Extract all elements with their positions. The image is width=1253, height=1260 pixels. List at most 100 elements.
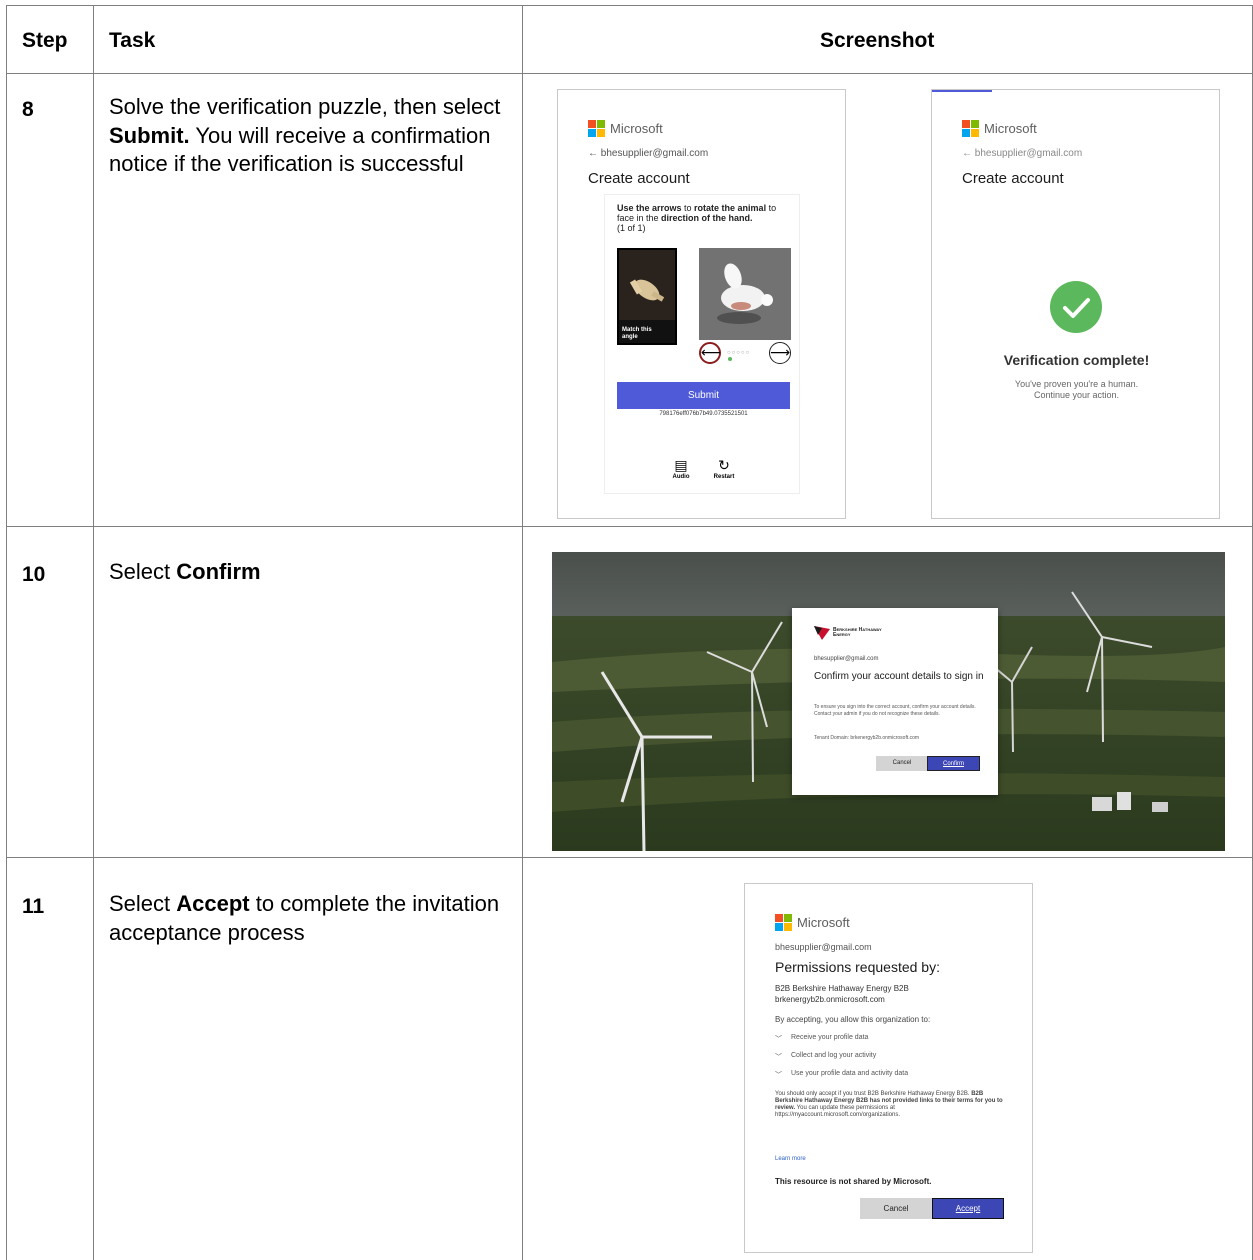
column-divider [522,5,523,1260]
accept-button[interactable]: Accept [932,1198,1004,1219]
microsoft-logo-text: Microsoft [610,121,663,136]
task-text: Solve the verification puzzle, then sele… [109,93,504,179]
rotating-animal-image [699,248,791,340]
chevron-down-icon: ﹀ [775,1054,782,1061]
instruction-text: to [681,203,695,213]
cancel-button[interactable]: Cancel [876,756,928,771]
microsoft-logo-text: Microsoft [797,915,850,930]
bhe-logo-text: Berkshire Hathaway Energy [833,628,882,638]
microsoft-logo-icon [775,914,792,931]
instruction-bold: direction of the hand. [661,213,753,223]
restart-label: Restart [713,474,735,480]
audio-label: Audio [672,474,690,480]
page-title: Create account [588,170,690,187]
back-email-link[interactable]: ← bhesupplier@gmail.com [588,148,708,159]
screenshot-verification-complete: Microsoft ← bhesupplier@gmail.com Create… [931,89,1220,519]
task-text-part: Solve the verification puzzle, then sele… [109,94,501,119]
row-divider [6,857,1253,858]
puzzle-frame: Use the arrows to rotate the animal to f… [604,194,800,494]
permission-label: Collect and log your activity [791,1052,877,1059]
verification-message-1: You've proven you're a human. [1014,379,1139,389]
microsoft-logo-icon [962,120,979,137]
account-email: bhesupplier@gmail.com [814,656,879,662]
microsoft-logo-text: Microsoft [984,121,1037,136]
rotate-left-button[interactable]: ⟵ [699,342,721,364]
instruction-bold: Use the arrows [617,203,682,213]
column-divider [93,5,94,1260]
screenshot-verification-puzzle: Microsoft ← bhesupplier@gmail.com Create… [557,89,846,519]
task-text-bold: Accept [176,891,250,916]
permission-label: Use your profile data and activity data [791,1070,909,1077]
audio-button[interactable]: ▤ Audio [669,457,693,480]
confirm-body: To ensure you sign into the correct acco… [814,704,976,717]
bhe-logo-text-line: Energy [833,632,851,638]
task-text-part: Select [109,559,177,584]
confirm-dialog: Berkshire Hathaway Energy bhesupplier@gma… [792,608,998,795]
table-border-left [6,5,7,1260]
check-icon [1050,281,1102,333]
chevron-down-icon: ﹀ [775,1072,782,1079]
hand-icon [619,250,675,320]
screenshot-permissions: Microsoft bhesupplier@gmail.com Permissi… [744,883,1033,1253]
instruction-bold: rotate the animal [694,203,767,213]
reference-hand-image: Match this angle [617,248,677,345]
permission-label: Receive your profile data [791,1034,869,1041]
task-text: Select Accept to complete the invitation… [109,890,504,947]
task-text-bold: Confirm [176,559,261,584]
cancel-button[interactable]: Cancel [860,1198,932,1219]
confirm-title: Confirm your account details to sign in [814,671,984,682]
match-angle-label: Match this angle [622,327,652,340]
permission-item[interactable]: ﹀ Collect and log your activity [775,1052,876,1062]
instruction-count: (1 of 1) [617,223,646,233]
permissions-intro: By accepting, you allow this organizatio… [775,1015,931,1024]
header-divider [6,73,1253,74]
page-title: Create account [962,170,1064,187]
puzzle-instructions: Use the arrows to rotate the animal to f… [617,203,795,233]
table-border-top [6,5,1253,6]
org-name: B2B Berkshire Hathaway Energy B2B [775,984,909,993]
speaker-icon: ▤ [674,457,688,473]
microsoft-logo: Microsoft [775,914,850,931]
session-code: 798176eff076b7b49.0735521501 [659,411,748,417]
confirm-button[interactable]: Confirm [927,756,980,771]
chevron-down-icon: ﹀ [775,1036,782,1043]
step-number: 8 [22,98,34,121]
progress-strip [932,90,992,92]
animal-icon [699,248,791,340]
verification-complete-heading: Verification complete! [1003,352,1150,368]
task-text: Select Confirm [109,558,504,587]
header-step: Step [22,29,68,52]
bhe-logo-icon [814,626,830,640]
step-number: 10 [22,563,46,586]
permission-item[interactable]: ﹀ Receive your profile data [775,1034,868,1044]
submit-button[interactable]: Submit [617,382,790,409]
task-text-part: Select [109,891,177,916]
step-number: 11 [22,895,45,918]
microsoft-logo: Microsoft [588,120,663,137]
bhe-logo: Berkshire Hathaway Energy [814,626,882,640]
trust-notice-text: You should only accept if you trust B2B … [775,1091,972,1097]
restart-button[interactable]: ↻ Restart [709,457,739,480]
progress-current-dot [728,357,732,361]
learn-more-link[interactable]: Learn more [775,1156,806,1162]
row-divider [6,526,1253,527]
org-domain: brkenergyb2b.onmicrosoft.com [775,995,885,1004]
task-text-bold: Submit. [109,122,190,148]
rotate-right-button[interactable]: ⟶ [769,342,791,364]
verification-message-2: Continue your action. [1033,390,1120,400]
table-header [6,5,1253,73]
progress-dots: ○○○○○ [727,350,751,356]
microsoft-logo-icon [588,120,605,137]
microsoft-logo: Microsoft [962,120,1037,137]
permissions-title: Permissions requested by: [775,959,940,975]
back-email-link[interactable]: ← bhesupplier@gmail.com [962,148,1082,159]
screenshot-confirm-account: Berkshire Hathaway Energy bhesupplier@gma… [552,552,1225,851]
header-task: Task [109,29,156,52]
account-email: bhesupplier@gmail.com [775,942,872,952]
trust-notice: You should only accept if you trust B2B … [775,1091,1005,1119]
not-shared-notice: This resource is not shared by Microsoft… [775,1177,932,1186]
restart-icon: ↻ [718,457,730,473]
header-screenshot: Screenshot [820,29,935,52]
permission-item[interactable]: ﹀ Use your profile data and activity data [775,1070,908,1080]
tenant-domain: Tenant Domain: brkenergyb2b.onmicrosoft.… [814,735,920,741]
